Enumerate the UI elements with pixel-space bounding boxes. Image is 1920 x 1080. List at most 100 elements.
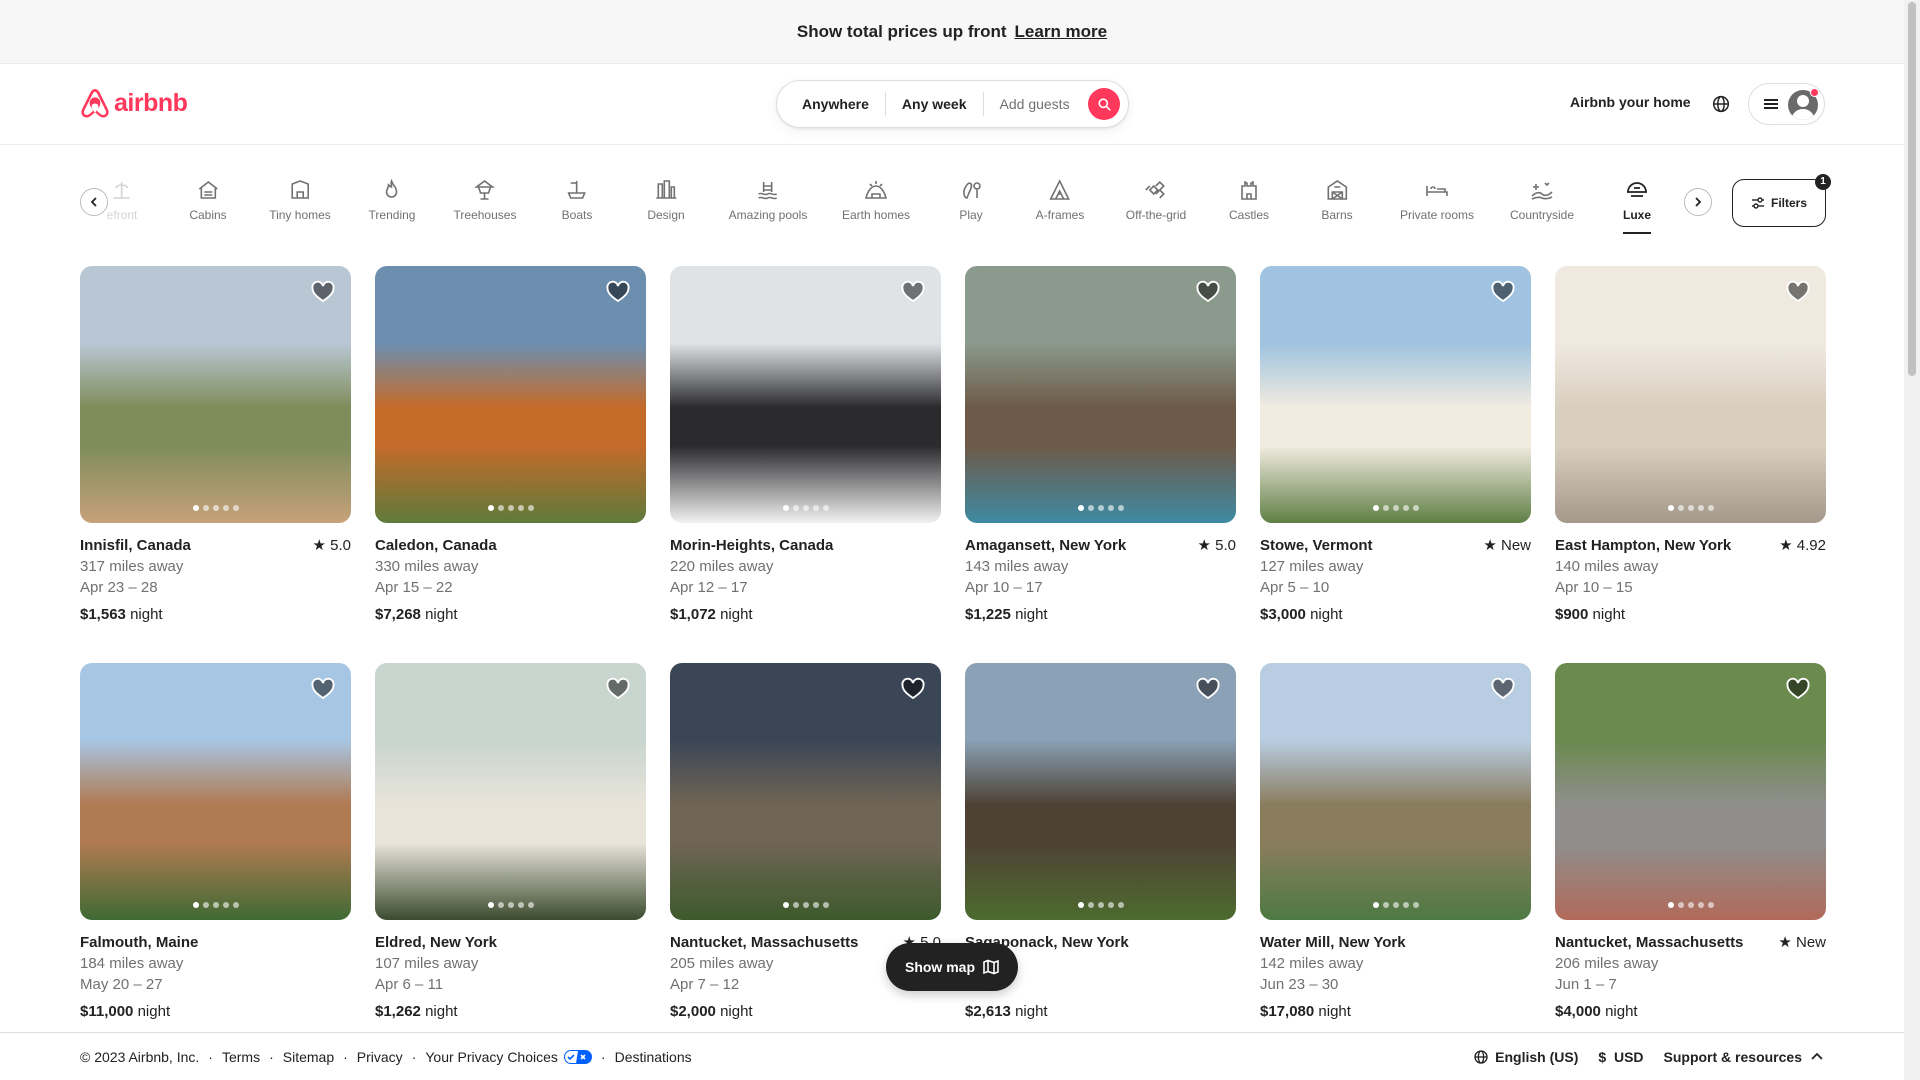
user-menu-button[interactable]	[1748, 83, 1825, 125]
category-tiny-homes[interactable]: Tiny homes	[269, 178, 331, 222]
category-prev-button[interactable]	[80, 188, 108, 216]
category-play[interactable]: Play	[959, 178, 983, 222]
heart-icon[interactable]	[1786, 677, 1810, 701]
heart-icon[interactable]	[1786, 280, 1810, 304]
heart-icon[interactable]	[1196, 280, 1220, 304]
category-design[interactable]: Design	[647, 178, 685, 222]
listing-photo[interactable]	[1555, 663, 1826, 920]
photo-carousel-dots	[1667, 902, 1714, 908]
heart-icon[interactable]	[1196, 677, 1220, 701]
search-any-week[interactable]: Any week	[886, 92, 983, 116]
category-label: Amazing pools	[728, 208, 808, 222]
airbnb-logo[interactable]: airbnb	[80, 87, 188, 119]
listing-card[interactable]: Innisfil, Canada ★ 5.0 317 miles away Apr 2…	[80, 266, 351, 625]
photo-carousel-dots	[487, 505, 534, 511]
category-trending[interactable]: Trending	[368, 178, 416, 222]
price-unit: night	[130, 606, 163, 623]
rating-value: 5.0	[330, 537, 351, 554]
category-barns[interactable]: Barns	[1321, 178, 1353, 222]
listing-photo[interactable]	[1260, 266, 1531, 523]
category-efront[interactable]: efront	[107, 178, 137, 222]
footer-link-sitemap[interactable]: Sitemap	[283, 1049, 334, 1065]
search-anywhere[interactable]: Anywhere	[777, 92, 885, 116]
listing-price: $1,563 night	[80, 604, 351, 625]
footer-link-destinations[interactable]: Destinations	[615, 1049, 692, 1065]
category-label: Private rooms	[1399, 208, 1475, 222]
category-label: A-frames	[1035, 208, 1085, 222]
listing-photo[interactable]	[375, 663, 646, 920]
heart-icon[interactable]	[1491, 280, 1515, 304]
heart-icon[interactable]	[901, 677, 925, 701]
listing-photo[interactable]	[80, 266, 351, 523]
listing-photo[interactable]	[965, 663, 1236, 920]
heart-icon[interactable]	[606, 280, 630, 304]
map-icon	[983, 959, 999, 975]
category-castles[interactable]: Castles	[1229, 178, 1269, 222]
category-earth-homes[interactable]: Earth homes	[842, 178, 910, 222]
language-selector[interactable]: English (US)	[1473, 1049, 1578, 1065]
airbnb-your-home-link[interactable]: Airbnb your home	[1570, 94, 1691, 110]
search-button[interactable]	[1088, 88, 1120, 120]
category-private-rooms[interactable]: Private rooms	[1400, 178, 1474, 222]
listing-card[interactable]: East Hampton, New York ★ 4.92 140 miles aw…	[1555, 266, 1826, 625]
listing-price: $11,000 night	[80, 1001, 351, 1022]
category-off-the-grid[interactable]: Off-the-grid	[1126, 178, 1186, 222]
listing-card[interactable]: Water Mill, New York 142 miles away Jun 23…	[1260, 663, 1531, 1022]
category-countryside[interactable]: Countryside	[1510, 178, 1574, 222]
photo-carousel-dots	[1372, 505, 1419, 511]
category-bar: efront Cabins Tiny homes Trending Treehouses…	[80, 170, 1712, 242]
listing-price: $4,000 night	[1555, 1001, 1826, 1022]
listing-card[interactable]: Amagansett, New York ★ 5.0 143 miles away A…	[965, 266, 1236, 625]
listing-card[interactable]: Nantucket, Massachusetts ★ New 206 miles a…	[1555, 663, 1826, 1022]
category-luxe[interactable]: Luxe	[1622, 178, 1652, 234]
heart-icon[interactable]	[311, 677, 335, 701]
listing-card[interactable]: Morin-Heights, Canada 220 miles away Apr 1…	[670, 266, 941, 625]
search-bar[interactable]: Anywhere Any week Add guests	[776, 80, 1129, 128]
listing-photo[interactable]	[670, 663, 941, 920]
currency-label: USD	[1613, 1048, 1644, 1065]
category-treehouses[interactable]: Treehouses	[454, 178, 516, 222]
listing-photo[interactable]	[670, 266, 941, 523]
category-amazing-pools[interactable]: Amazing pools	[728, 178, 808, 222]
show-map-label: Show map	[904, 959, 975, 975]
show-map-button[interactable]: Show map	[886, 943, 1018, 991]
listing-dates: Apr 5 – 10	[1260, 579, 1330, 596]
search-add-guests[interactable]: Add guests	[984, 92, 1086, 116]
globe-icon[interactable]	[1710, 93, 1732, 115]
listing-card[interactable]: Stowe, Vermont ★ New 127 miles away Apr 5 –…	[1260, 266, 1531, 625]
category-next-button[interactable]	[1684, 188, 1712, 216]
heart-icon[interactable]	[1491, 677, 1515, 701]
listing-dates: Apr 6 – 11	[375, 976, 444, 993]
listing-photo[interactable]	[1555, 266, 1826, 523]
footer-link-terms[interactable]: Terms	[222, 1049, 260, 1065]
category-boats[interactable]: Boats	[562, 178, 592, 222]
category-label: Off-the-grid	[1125, 208, 1187, 222]
listing-card[interactable]: Caledon, Canada 330 miles away Apr 15 – 22…	[375, 266, 646, 625]
category-label: Trending	[368, 208, 416, 222]
listing-photo[interactable]	[1260, 663, 1531, 920]
heart-icon[interactable]	[311, 280, 335, 304]
footer-link-privacy-choices[interactable]: Your Privacy Choices	[425, 1049, 558, 1065]
listing-photo[interactable]	[965, 266, 1236, 523]
support-resources-button[interactable]: Support & resources	[1664, 1049, 1824, 1065]
filters-button[interactable]: Filters 1	[1732, 174, 1831, 227]
listing-card[interactable]: Falmouth, Maine 184 miles away May 20 – 27…	[80, 663, 351, 1022]
listing-card[interactable]: Eldred, New York 107 miles away Apr 6 – 11…	[375, 663, 646, 1022]
heart-icon[interactable]	[901, 280, 925, 304]
page-scrollbar[interactable]	[1904, 0, 1920, 1080]
filters-icon	[1751, 197, 1764, 209]
category-cabins[interactable]: Cabins	[189, 178, 227, 222]
star-icon: ★	[312, 537, 326, 554]
scrollbar-thumb[interactable]	[1908, 2, 1916, 376]
listing-photo[interactable]	[375, 266, 646, 523]
learn-more-link[interactable]: Learn more	[1015, 22, 1108, 42]
footer: © 2023 Airbnb, Inc. · Terms · Sitemap · …	[0, 1032, 1904, 1080]
price-value: $17,080	[1260, 1003, 1315, 1020]
category-label: Barns	[1321, 208, 1353, 222]
listing-photo[interactable]	[80, 663, 351, 920]
heart-icon[interactable]	[606, 677, 630, 701]
category-a-frames[interactable]: A-frames	[1035, 178, 1085, 222]
currency-selector[interactable]: $ USD	[1598, 1049, 1643, 1065]
support-label: Support & resources	[1663, 1048, 1802, 1065]
footer-link-privacy[interactable]: Privacy	[357, 1049, 403, 1065]
